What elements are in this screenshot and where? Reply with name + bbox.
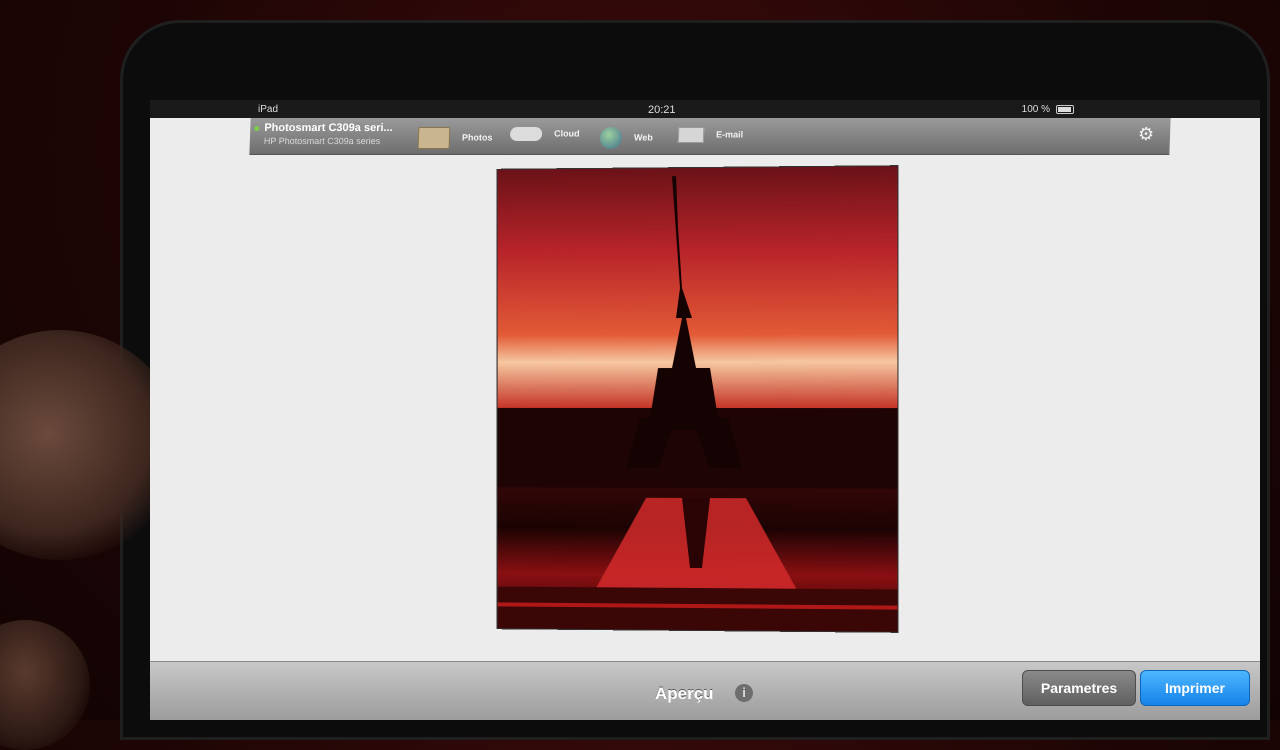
tab-photos-label: Photos — [462, 132, 493, 142]
tab-cloud[interactable]: Cloud — [510, 127, 580, 141]
tab-web-label: Web — [634, 132, 653, 142]
parameters-button[interactable]: Parametres — [1022, 670, 1136, 706]
device-label: iPad — [258, 104, 278, 115]
bottom-toolbar: Aperçu i Parametres Imprimer — [150, 661, 1260, 720]
eiffel-tower-silhouette — [498, 166, 898, 632]
preview-title: Aperçu — [655, 684, 714, 704]
print-preview-image[interactable] — [498, 166, 898, 632]
gear-icon[interactable]: ⚙ — [1138, 124, 1155, 145]
tab-web[interactable]: Web — [600, 127, 654, 149]
battery-icon — [1056, 105, 1074, 114]
cloud-icon — [510, 127, 542, 141]
print-button[interactable]: Imprimer — [1140, 670, 1250, 706]
printer-name: Photosmart C309a seri... — [264, 122, 393, 134]
printer-subtitle: HP Photosmart C309a series — [264, 136, 393, 146]
app-toolbar: Photosmart C309a seri... HP Photosmart C… — [249, 118, 1170, 155]
globe-icon — [600, 127, 623, 149]
mail-icon — [678, 127, 705, 143]
photos-icon — [418, 127, 451, 149]
tab-email[interactable]: E-mail — [678, 127, 744, 143]
printer-status-icon — [254, 126, 259, 131]
ipad-screen: iPad 20:21 100 % Photosmart C309a seri..… — [150, 100, 1260, 720]
info-icon[interactable]: i — [735, 684, 753, 702]
tab-cloud-label: Cloud — [554, 128, 580, 138]
status-time: 20:21 — [648, 104, 676, 116]
hand-thumb — [0, 620, 90, 750]
tab-email-label: E-mail — [716, 129, 743, 139]
status-bar: iPad 20:21 100 % — [150, 100, 1260, 118]
battery-percent: 100 % — [1022, 104, 1050, 115]
tab-photos[interactable]: Photos — [418, 127, 493, 149]
printer-selector[interactable]: Photosmart C309a seri... HP Photosmart C… — [264, 122, 393, 146]
